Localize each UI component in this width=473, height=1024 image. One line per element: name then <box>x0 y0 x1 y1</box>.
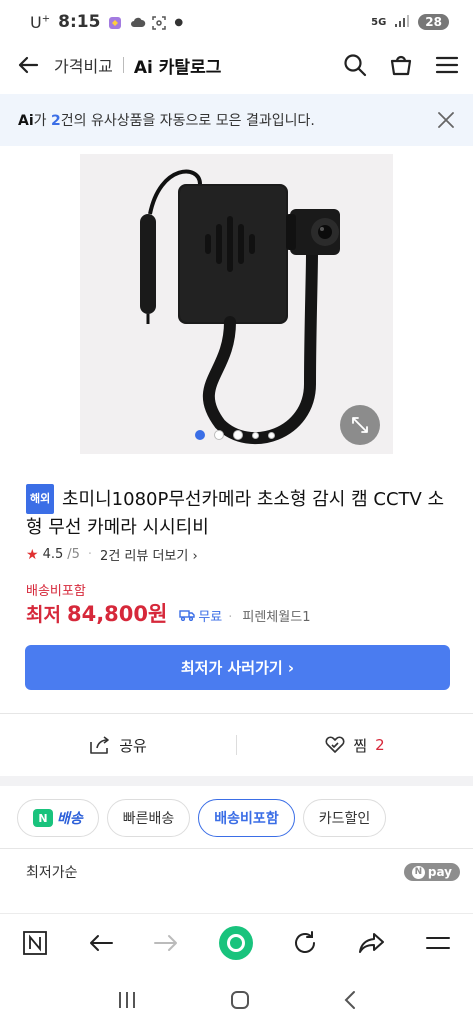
sort-row: 최저가순 N pay <box>26 862 460 882</box>
status-bar: U+ 8:15 ● 5G 28 <box>0 0 473 44</box>
search-icon[interactable] <box>343 53 367 77</box>
shield-icon <box>108 15 122 29</box>
image-pagination <box>195 430 275 440</box>
sort-label[interactable]: 최저가순 <box>26 862 78 882</box>
price-separator: · <box>228 610 233 625</box>
pagination-dot[interactable] <box>252 431 259 439</box>
lowest-price: 84,800원 <box>66 602 168 626</box>
battery-indicator: 28 <box>418 14 449 30</box>
rating-separator: · <box>87 547 93 562</box>
filter-chip-npay-shipping[interactable]: N 배송 <box>17 799 99 837</box>
zzim-button[interactable]: 찜 2 <box>237 735 473 756</box>
refresh-icon[interactable] <box>292 930 318 956</box>
npay-badge[interactable]: N pay <box>403 863 460 881</box>
home-button-icon[interactable] <box>229 989 251 1011</box>
signal-icon <box>394 13 410 32</box>
hamburger-menu-icon[interactable] <box>425 933 451 953</box>
share-icon[interactable] <box>358 931 386 955</box>
review-link[interactable]: 2건 리뷰 더보기 › <box>100 545 198 564</box>
forward-icon[interactable] <box>153 932 179 954</box>
rating-row: ★ 4.5/5 · 2건 리뷰 더보기 › <box>26 545 198 565</box>
product-title: 해외 초미니1080P무선카메라 초소형 감시 캠 CCTV 소형 무선 카메라… <box>26 484 456 542</box>
filter-chip-card-discount[interactable]: 카드할인 <box>302 799 387 837</box>
naver-n-icon: N <box>33 809 53 827</box>
browser-toolbar <box>0 913 473 971</box>
app-header: 가격비교 Ai 카탈로그 <box>0 44 473 86</box>
carrier-label: U+ <box>30 12 51 32</box>
notification-dot-icon: ● <box>174 16 184 28</box>
free-shipping: 무료 <box>179 606 222 625</box>
ai-banner-text: Ai가 2건의 유사상품을 자동으로 모은 결과입니다. <box>18 113 315 129</box>
price-row: 최저 84,800원 무료 · 피렌체월드1 <box>26 598 310 628</box>
pagination-dot[interactable] <box>195 430 205 440</box>
rating-value: 4.5 <box>42 547 64 562</box>
ai-info-banner: Ai가 2건의 유사상품을 자동으로 모은 결과입니다. <box>0 94 473 146</box>
network-type: 5G <box>371 16 387 28</box>
product-name: 초미니1080P무선카메라 초소형 감시 캠 CCTV 소형 무선 카메라 시시… <box>26 489 445 538</box>
screenshot-icon <box>152 15 167 30</box>
overseas-badge: 해외 <box>26 484 55 514</box>
header-divider <box>122 57 124 73</box>
zzim-count: 2 <box>375 736 385 754</box>
menu-icon[interactable] <box>435 53 459 77</box>
system-navigation <box>0 975 473 1024</box>
filter-chip-shipping-included[interactable]: 배송비포함 <box>198 799 295 837</box>
filter-chips: N 배송 빠른배송 배송비포함 카드할인 <box>17 799 387 837</box>
expand-icon[interactable] <box>340 405 380 445</box>
buy-lowest-price-button[interactable]: 최저가 사러가기 › <box>25 645 450 690</box>
shipping-included-label: 배송비포함 <box>26 584 86 599</box>
divider <box>0 848 473 849</box>
home-icon[interactable] <box>218 925 253 960</box>
divider <box>0 713 473 714</box>
heart-icon <box>325 736 345 754</box>
page-title: Ai 카탈로그 <box>133 57 222 78</box>
cloud-icon <box>130 15 146 29</box>
cart-icon[interactable] <box>389 53 413 77</box>
system-back-icon[interactable] <box>342 989 358 1011</box>
filter-chip-fast-shipping[interactable]: 빠른배송 <box>106 799 191 837</box>
section-link[interactable]: 가격비교 <box>54 53 113 77</box>
close-icon[interactable] <box>437 111 455 129</box>
star-icon: ★ <box>26 546 39 563</box>
share-icon <box>89 735 111 755</box>
truck-icon <box>179 609 196 621</box>
price-label: 최저 <box>26 604 61 626</box>
seller-name[interactable]: 피렌체월드1 <box>242 606 310 625</box>
recents-icon[interactable] <box>116 990 138 1010</box>
clock: 8:15 <box>58 12 101 32</box>
share-button[interactable]: 공유 <box>0 735 236 756</box>
rating-max: /5 <box>67 547 80 562</box>
naver-icon[interactable] <box>22 930 48 956</box>
actions-row: 공유 찜 2 <box>0 716 473 774</box>
npay-icon: N <box>411 865 425 879</box>
pagination-dot[interactable] <box>268 431 275 439</box>
pagination-dot[interactable] <box>233 430 243 440</box>
back-icon[interactable] <box>88 932 114 954</box>
pagination-dot[interactable] <box>214 430 224 440</box>
section-gap <box>0 776 473 786</box>
back-arrow-icon[interactable] <box>14 51 42 79</box>
